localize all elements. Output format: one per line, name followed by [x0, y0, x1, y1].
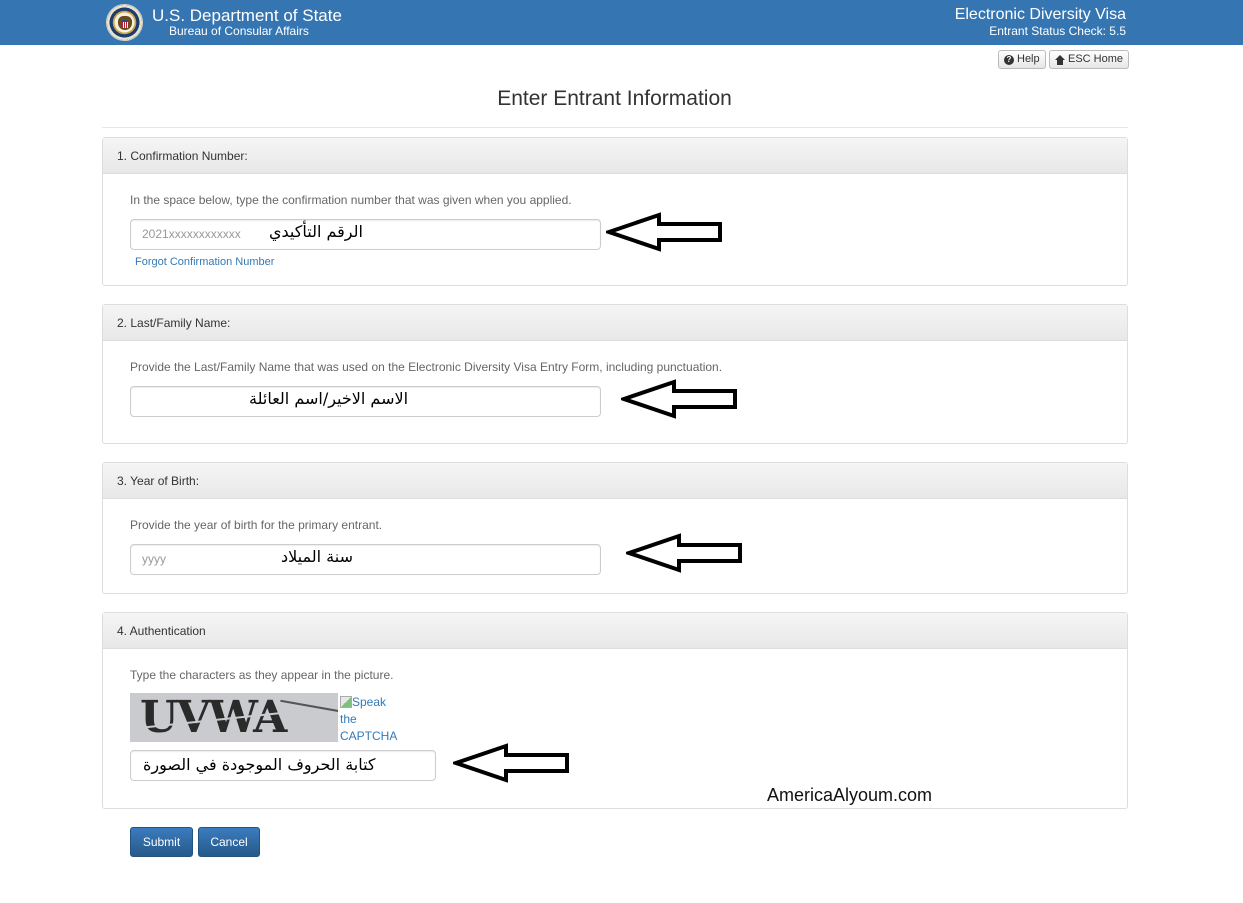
- submit-button[interactable]: Submit: [130, 827, 193, 857]
- input-placeholder: yyyy: [142, 552, 166, 566]
- department-seal-icon: [106, 4, 143, 41]
- home-label: ESC Home: [1068, 53, 1124, 65]
- home-icon: [1055, 54, 1065, 65]
- left-arrow-icon: [453, 743, 569, 783]
- arabic-annotation: الاسم الاخير/اسم العائلة: [249, 389, 409, 408]
- left-arrow-icon: [626, 533, 742, 573]
- watermark-text: AmericaAlyoum.com: [767, 785, 933, 805]
- panel-heading: 3. Year of Birth:: [103, 463, 1127, 499]
- question-circle-icon: ?: [1004, 54, 1014, 65]
- speak-captcha-link[interactable]: Speak the CAPTCHA code: [340, 694, 404, 748]
- panel-instruction: Provide the year of birth for the primar…: [130, 518, 383, 532]
- help-label: Help: [1017, 53, 1040, 65]
- shield-icon: [122, 20, 128, 28]
- panel-instruction: In the space below, type the confirmatio…: [130, 193, 572, 207]
- left-arrow-icon: [621, 379, 737, 419]
- captcha-text: UVWA: [140, 693, 287, 742]
- bureau-subtitle: Bureau of Consular Affairs: [169, 24, 309, 38]
- arabic-annotation: الرقم التأكيدي: [269, 222, 363, 241]
- panel-heading: 4. Authentication: [103, 613, 1127, 649]
- title-divider: [102, 127, 1128, 128]
- page-title: Enter Entrant Information: [497, 87, 732, 110]
- left-arrow-icon: [606, 212, 722, 252]
- panel-heading: 2. Last/Family Name:: [103, 305, 1127, 341]
- panel-instruction: Type the characters as they appear in th…: [130, 668, 394, 682]
- year-of-birth-panel: 3. Year of Birth: Provide the year of bi…: [102, 462, 1128, 594]
- arabic-annotation: كتابة الحروف الموجودة في الصورة: [143, 755, 376, 774]
- panel-heading: 1. Confirmation Number:: [103, 138, 1127, 174]
- app-version: Entrant Status Check: 5.5: [989, 24, 1126, 38]
- app-title: Electronic Diversity Visa: [954, 6, 1126, 23]
- last-name-panel: 2. Last/Family Name: Provide the Last/Fa…: [102, 304, 1128, 444]
- cancel-button[interactable]: Cancel: [198, 827, 260, 857]
- confirmation-number-panel: 1. Confirmation Number: In the space bel…: [102, 137, 1128, 286]
- panel-instruction: Provide the Last/Family Name that was us…: [130, 360, 723, 374]
- department-title: U.S. Department of State: [152, 6, 342, 25]
- help-button[interactable]: ? Help: [998, 50, 1046, 69]
- forgot-confirmation-link[interactable]: Forgot Confirmation Number: [135, 256, 274, 268]
- broken-image-icon: [340, 696, 352, 708]
- site-header: U.S. Department of State Bureau of Consu…: [0, 0, 1243, 45]
- arabic-annotation: سنة الميلاد: [281, 547, 353, 566]
- year-of-birth-input[interactable]: yyyy: [130, 544, 601, 575]
- esc-home-button[interactable]: ESC Home: [1049, 50, 1130, 69]
- confirmation-number-input[interactable]: 2021xxxxxxxxxxxx: [130, 219, 601, 250]
- captcha-image: UVWA: [130, 693, 338, 742]
- input-placeholder: 2021xxxxxxxxxxxx: [142, 227, 241, 241]
- authentication-panel: 4. Authentication Type the characters as…: [102, 612, 1128, 809]
